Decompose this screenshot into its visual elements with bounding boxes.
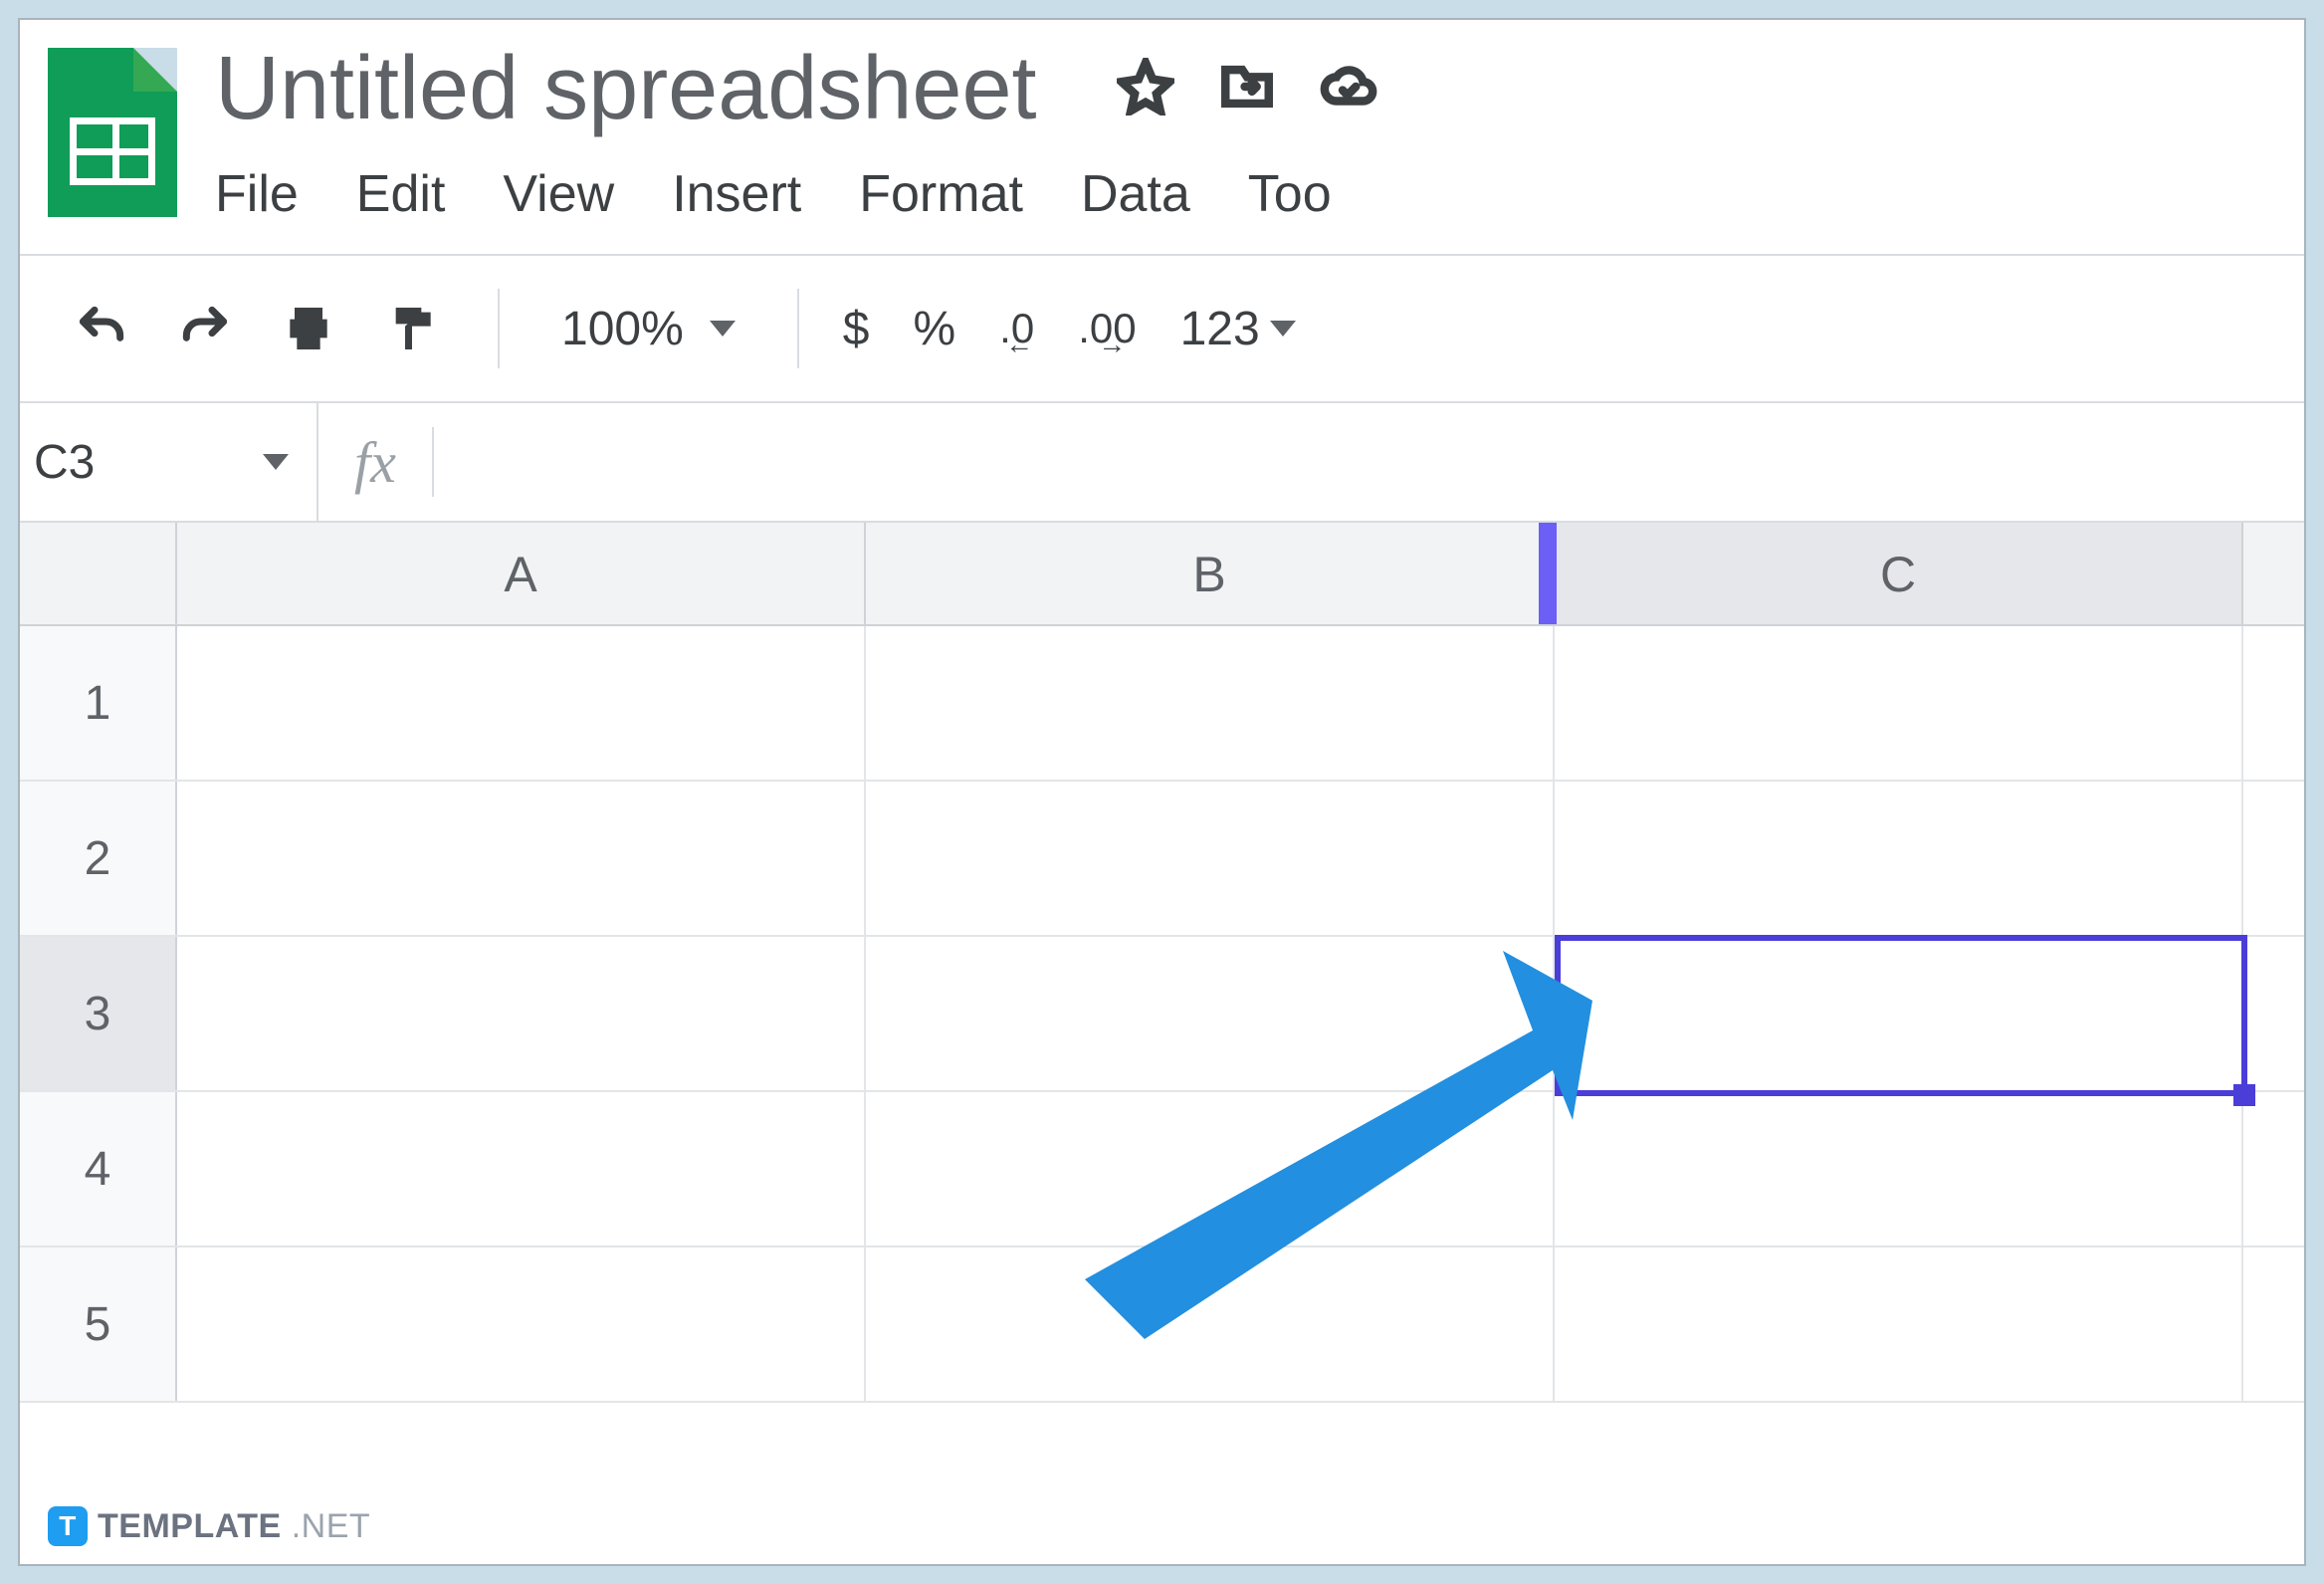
menu-file[interactable]: File bbox=[215, 164, 299, 224]
formula-bar: C3 fx bbox=[20, 403, 2304, 523]
increase-decimal-button[interactable]: .00→ bbox=[1078, 305, 1136, 352]
watermark: T TEMPLATE .NET bbox=[48, 1506, 370, 1546]
cell-c3[interactable] bbox=[1555, 937, 2243, 1090]
name-box[interactable]: C3 bbox=[20, 403, 318, 521]
toolbar-divider bbox=[498, 289, 500, 368]
row-header-3[interactable]: 3 bbox=[20, 937, 177, 1090]
cell-b2[interactable] bbox=[866, 782, 1555, 935]
menu-tools[interactable]: Too bbox=[1248, 164, 1332, 224]
cell-b1[interactable] bbox=[866, 626, 1555, 780]
formula-input[interactable] bbox=[434, 403, 2304, 521]
column-header-c[interactable]: C bbox=[1555, 523, 2243, 624]
sheets-app-icon[interactable] bbox=[48, 48, 177, 217]
cell-a1[interactable] bbox=[177, 626, 866, 780]
row-header-2[interactable]: 2 bbox=[20, 782, 177, 935]
cell-c2[interactable] bbox=[1555, 782, 2243, 935]
zoom-value: 100% bbox=[561, 302, 684, 356]
caret-down-icon bbox=[710, 321, 736, 337]
watermark-badge-icon: T bbox=[48, 1506, 88, 1546]
row-header-5[interactable]: 5 bbox=[20, 1247, 177, 1401]
app-window: Untitled spreadsheet File Edit View bbox=[18, 18, 2306, 1566]
column-header-b[interactable]: B bbox=[866, 523, 1555, 624]
menu-view[interactable]: View bbox=[503, 164, 614, 224]
undo-icon[interactable] bbox=[68, 295, 135, 362]
name-box-value: C3 bbox=[34, 435, 95, 490]
cell-b4[interactable] bbox=[866, 1092, 1555, 1245]
header: Untitled spreadsheet File Edit View bbox=[20, 20, 2304, 224]
document-title[interactable]: Untitled spreadsheet bbox=[215, 38, 1037, 140]
more-formats-dropdown[interactable]: 123 bbox=[1180, 302, 1296, 356]
cell-a4[interactable] bbox=[177, 1092, 866, 1245]
caret-down-icon bbox=[1270, 321, 1296, 337]
cell-a3[interactable] bbox=[177, 937, 866, 1090]
toolbar-divider bbox=[797, 289, 799, 368]
menu-format[interactable]: Format bbox=[859, 164, 1023, 224]
cell-c1[interactable] bbox=[1555, 626, 2243, 780]
row-header-4[interactable]: 4 bbox=[20, 1092, 177, 1245]
menu-data[interactable]: Data bbox=[1081, 164, 1190, 224]
cloud-status-icon[interactable] bbox=[1320, 58, 1377, 120]
selection-drag-handle[interactable] bbox=[2233, 1084, 2255, 1106]
column-header-a[interactable]: A bbox=[177, 523, 866, 624]
fx-icon: fx bbox=[318, 427, 434, 497]
row-header-1[interactable]: 1 bbox=[20, 626, 177, 780]
paint-format-icon[interactable] bbox=[378, 295, 446, 362]
toolbar: 100% $ % .0← .00→ 123 bbox=[20, 254, 2304, 403]
spreadsheet-grid[interactable]: A B C 1 2 3 4 5 bbox=[20, 523, 2304, 1403]
watermark-suffix: .NET bbox=[292, 1507, 370, 1546]
menubar: File Edit View Insert Format Data Too bbox=[215, 164, 2276, 224]
menu-insert[interactable]: Insert bbox=[672, 164, 801, 224]
print-icon[interactable] bbox=[275, 295, 342, 362]
decrease-decimal-button[interactable]: .0← bbox=[999, 305, 1034, 352]
cell-a5[interactable] bbox=[177, 1247, 866, 1401]
zoom-dropdown[interactable]: 100% bbox=[561, 302, 736, 356]
move-folder-icon[interactable] bbox=[1218, 58, 1276, 120]
watermark-brand: TEMPLATE bbox=[98, 1507, 282, 1546]
menu-edit[interactable]: Edit bbox=[356, 164, 446, 224]
star-icon[interactable] bbox=[1117, 58, 1174, 120]
cell-a2[interactable] bbox=[177, 782, 866, 935]
cell-b5[interactable] bbox=[866, 1247, 1555, 1401]
cell-c5[interactable] bbox=[1555, 1247, 2243, 1401]
format-percent-button[interactable]: % bbox=[913, 302, 955, 356]
select-all-corner[interactable] bbox=[20, 523, 177, 624]
cell-c4[interactable] bbox=[1555, 1092, 2243, 1245]
cell-b3[interactable] bbox=[866, 937, 1555, 1090]
format-currency-button[interactable]: $ bbox=[843, 302, 870, 356]
caret-down-icon bbox=[263, 454, 289, 470]
redo-icon[interactable] bbox=[171, 295, 239, 362]
